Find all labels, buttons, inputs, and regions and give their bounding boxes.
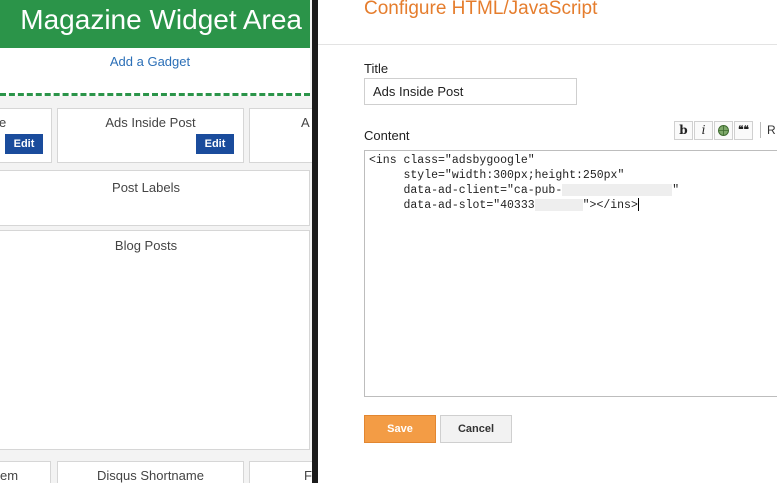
code-line: data-ad-client="ca-pub- ": [369, 183, 679, 198]
gadget-card-ads-inside-post: Ads Inside Post Edit: [57, 108, 244, 163]
gadget-card-disqus: Disqus Shortname: [57, 461, 244, 483]
editor-toolbar: b i ❝❝ R: [674, 120, 776, 140]
italic-button[interactable]: i: [694, 120, 713, 140]
gadget-label: F: [304, 468, 312, 483]
section-title: Magazine Widget Area: [20, 4, 302, 35]
gadget-label: e: [0, 115, 7, 130]
configure-dialog: Configure HTML/JavaScript Title Content …: [318, 0, 777, 483]
gadget-label: A: [301, 115, 310, 130]
heading-divider: [318, 44, 777, 45]
code-line: <ins class="adsbygoogle": [369, 154, 535, 167]
cancel-button[interactable]: Cancel: [440, 415, 512, 443]
link-icon[interactable]: [714, 120, 733, 140]
content-label: Content: [364, 128, 410, 143]
gadget-card: F: [249, 461, 312, 483]
magazine-widget-header: Magazine Widget Area: [0, 0, 310, 48]
add-gadget-link[interactable]: Add a Gadget: [0, 54, 300, 69]
edit-button[interactable]: Edit: [196, 134, 234, 154]
code-line: data-ad-slot="40333 "></ins>: [369, 198, 679, 213]
gadget-label: Ads Inside Post: [105, 115, 196, 130]
bold-button[interactable]: b: [674, 120, 693, 140]
gadget-blog-posts: Blog Posts: [0, 230, 310, 450]
dialog-heading: Configure HTML/JavaScript: [364, 0, 598, 19]
layout-panel: Magazine Widget Area Add a Gadget e Edit…: [0, 0, 312, 483]
toolbar-separator: [760, 122, 761, 138]
edit-button[interactable]: Edit: [5, 134, 43, 154]
gadget-card: A: [249, 108, 312, 163]
content-editor[interactable]: <ins class="adsbygoogle" style="width:30…: [364, 150, 777, 397]
code-text: data-ad-client="ca-pub-: [369, 184, 563, 197]
gadget-label: Disqus Shortname: [97, 468, 204, 483]
code-text: "></ins>: [582, 199, 638, 212]
gadget-label: Post Labels: [112, 180, 180, 195]
code-text: ": [672, 184, 680, 197]
gadget-card: e Edit: [0, 108, 52, 163]
save-button[interactable]: Save: [364, 415, 436, 443]
gadget-post-labels: Post Labels: [0, 170, 310, 226]
code-content: <ins class="adsbygoogle" style="width:30…: [369, 153, 679, 213]
globe-link-icon: [718, 124, 729, 136]
text-caret: [637, 198, 639, 212]
add-gadget-area: Add a Gadget: [0, 48, 310, 96]
redacted-block: [562, 183, 673, 196]
gadget-label: em: [0, 468, 19, 483]
gadget-label: Blog Posts: [114, 238, 178, 253]
redacted-block: [534, 198, 583, 211]
title-label: Title: [364, 61, 389, 76]
toolbar-more[interactable]: R: [767, 123, 776, 137]
title-input[interactable]: [364, 78, 577, 105]
code-line: style="width:300px;height:250px": [369, 169, 625, 182]
gadget-card: em: [0, 461, 51, 483]
quote-button[interactable]: ❝❝: [734, 120, 753, 140]
code-text: data-ad-slot="40333: [369, 199, 535, 212]
